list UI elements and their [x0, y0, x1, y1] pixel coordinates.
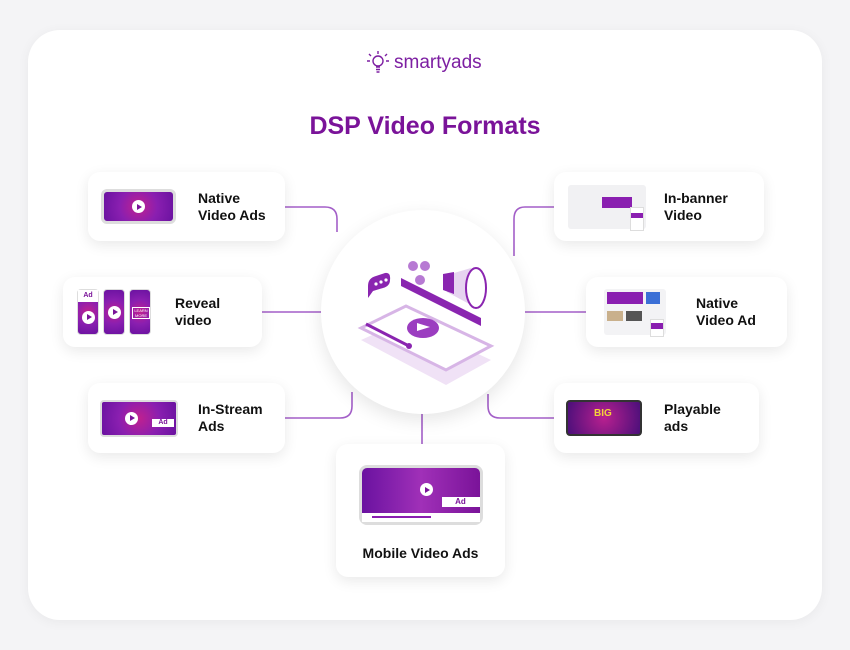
play-icon	[125, 411, 139, 425]
reveal-phone-2	[103, 289, 125, 335]
play-icon	[107, 305, 121, 319]
play-icon	[419, 483, 433, 497]
format-label: In-Stream Ads	[198, 401, 263, 434]
format-card-native-video-ads[interactable]: Native Video Ads	[88, 172, 285, 241]
format-label: Playable ads	[664, 401, 721, 434]
format-card-in-stream-ads[interactable]: Ad In-Stream Ads	[88, 383, 285, 453]
format-label: In-banner Video	[664, 189, 728, 223]
format-card-playable-ads[interactable]: BIG Playable ads	[554, 383, 759, 453]
ad-tag: Ad	[441, 497, 480, 507]
playable-ads-thumbnail: BIG	[566, 400, 642, 436]
format-card-reveal-video[interactable]: Ad LEARN MORE Reveal video	[63, 277, 262, 347]
ad-tag: Ad	[78, 290, 98, 302]
mobile-video-ads-thumbnail: Ad	[358, 465, 483, 525]
format-label: Reveal video	[175, 295, 221, 328]
play-icon	[132, 200, 145, 213]
format-card-mobile-video-ads[interactable]: Ad Mobile Video Ads	[336, 444, 505, 577]
format-label: Mobile Video Ads	[362, 545, 479, 561]
big-badge: BIG	[594, 408, 612, 419]
format-card-in-banner-video[interactable]: In-banner Video	[554, 172, 764, 241]
in-stream-ads-thumbnail: Ad	[100, 399, 178, 437]
in-banner-video-thumbnail	[568, 184, 646, 231]
center-illustration	[321, 210, 525, 414]
reveal-phone-3: LEARN MORE	[129, 289, 151, 335]
play-icon	[81, 310, 95, 324]
native-video-ad-thumbnail	[604, 289, 666, 337]
format-label: Native Video Ads	[198, 189, 266, 223]
format-card-native-video-ad[interactable]: Native Video Ad	[586, 277, 787, 347]
native-video-ads-thumbnail	[101, 189, 176, 224]
reveal-phone-1: Ad	[77, 289, 99, 335]
video-marketing-illustration-icon	[357, 261, 495, 385]
format-label: Native Video Ad	[696, 295, 756, 328]
learn-more-button: LEARN MORE	[132, 307, 150, 319]
ad-tag: Ad	[152, 418, 174, 427]
